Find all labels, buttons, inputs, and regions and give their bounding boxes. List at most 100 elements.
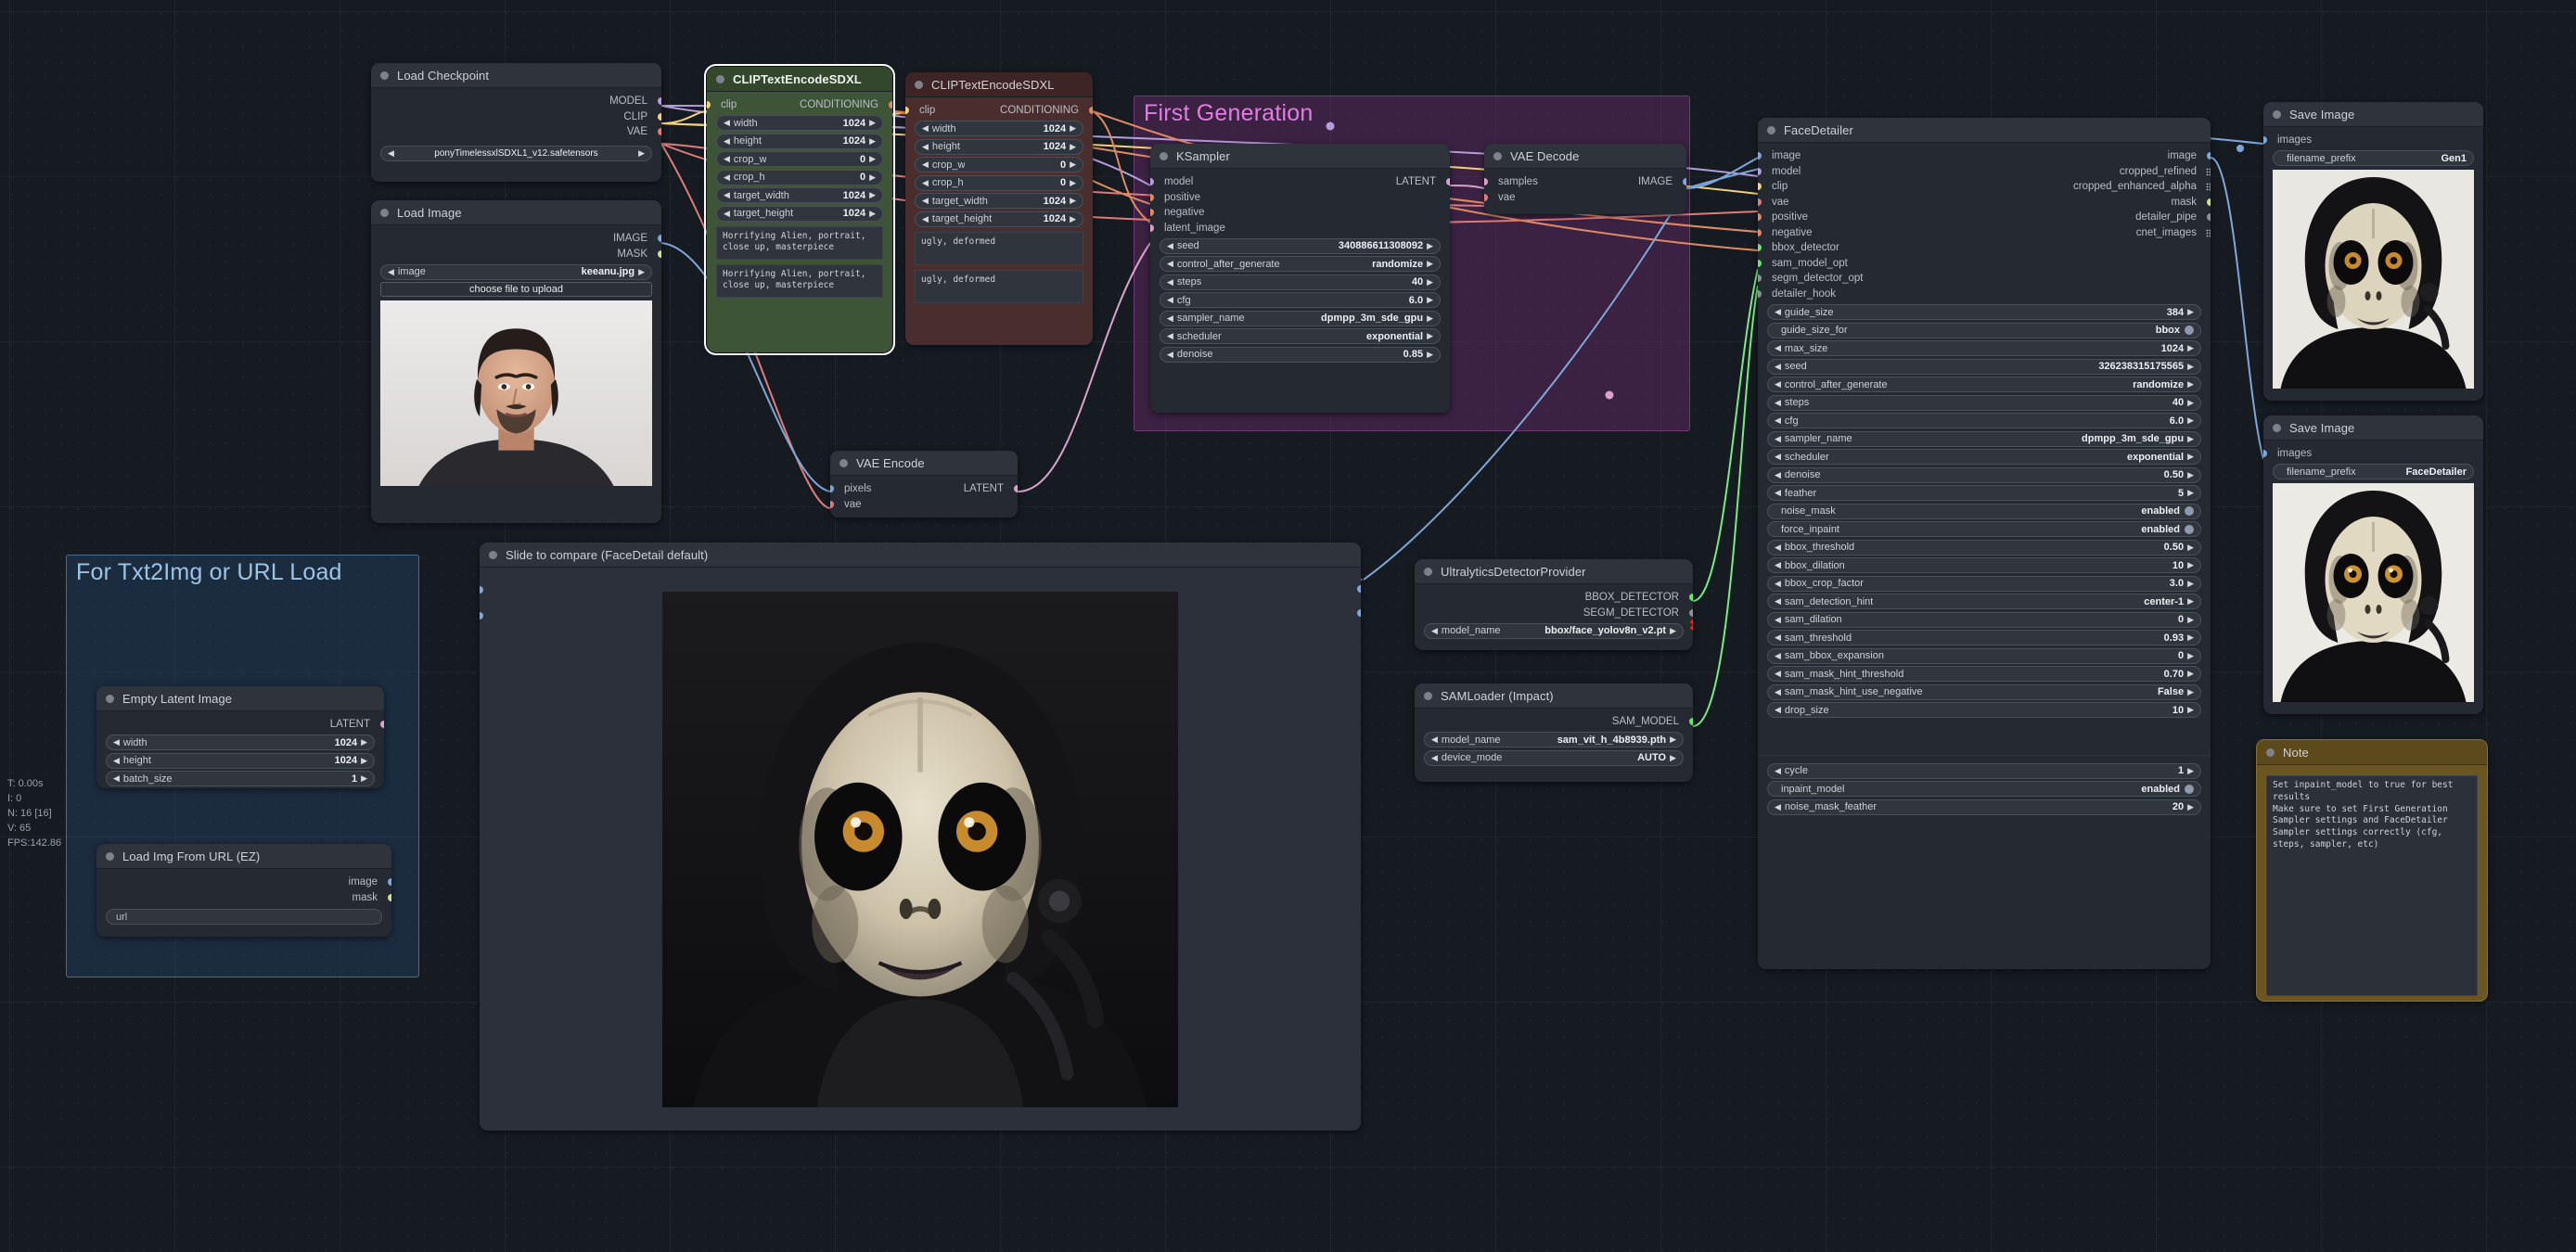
widget-sampler-name[interactable]: ◀sampler_namedpmpp_3m_sde_gpu▶ — [1767, 431, 2201, 447]
arrow-right-icon[interactable]: ▶ — [2187, 380, 2194, 389]
node-load-img-from-url[interactable]: Load Img From URL (EZ) image mask url — [96, 844, 391, 937]
arrow-right-icon[interactable]: ▶ — [2187, 706, 2194, 714]
arrow-left-icon[interactable]: ◀ — [1775, 363, 1781, 371]
socket-vae-icon[interactable] — [658, 128, 661, 135]
widget-width[interactable]: ◀ width 1024 ▶ — [716, 115, 883, 131]
arrow-left-icon[interactable]: ◀ — [1431, 754, 1438, 762]
collapse-dot-icon[interactable] — [489, 551, 497, 559]
output-slot-clip[interactable]: CLIP — [371, 109, 661, 125]
node-title-bar[interactable]: Empty Latent Image — [96, 686, 384, 711]
arrow-left-icon[interactable]: ◀ — [1775, 380, 1781, 389]
widget-noise-mask[interactable]: noise_maskenabled — [1767, 504, 2201, 519]
toggle-knob-icon[interactable] — [2185, 326, 2194, 335]
socket-bbox-detector-icon[interactable] — [1758, 244, 1762, 251]
socket-bbox-detector-icon[interactable] — [1689, 594, 1693, 601]
arrow-right-icon[interactable]: ▶ — [1427, 242, 1433, 250]
widget-denoise[interactable]: ◀denoise0.50▶ — [1767, 467, 2201, 483]
widget-scheduler[interactable]: ◀schedulerexponential▶ — [1767, 449, 2201, 465]
socket-segm-detector-icon[interactable] — [1689, 609, 1693, 617]
arrow-left-icon[interactable]: ◀ — [1775, 803, 1781, 811]
arrow-left-icon[interactable]: ◀ — [1775, 688, 1781, 696]
collapse-dot-icon[interactable] — [1424, 568, 1432, 576]
node-clip-text-encode-sdxl-negative[interactable]: CLIPTextEncodeSDXL clip CONDITIONING ◀ w… — [905, 72, 1093, 345]
collapse-dot-icon[interactable] — [2266, 748, 2275, 757]
arrow-left-icon[interactable]: ◀ — [1167, 351, 1173, 359]
node-load-checkpoint[interactable]: Load Checkpoint MODEL CLIP VAE ◀ ponyTim… — [371, 63, 661, 182]
output-slot-vae[interactable]: VAE — [371, 124, 661, 140]
node-ultralytics-detector-provider[interactable]: UltralyticsDetectorProvider BBOX_DETECTO… — [1415, 559, 1693, 650]
widget-target-width[interactable]: ◀ target_width 1024 ▶ — [716, 187, 883, 203]
widget-cfg[interactable]: ◀cfg6.0▶ — [1767, 413, 2201, 428]
socket-mask-icon[interactable] — [388, 894, 391, 901]
node-save-image-facedetailer[interactable]: Save Image images filename_prefix FaceDe… — [2263, 415, 2483, 714]
arrow-left-icon[interactable]: ◀ — [724, 173, 730, 182]
arrow-left-icon[interactable]: ◀ — [922, 197, 929, 205]
arrow-left-icon[interactable]: ◀ — [113, 738, 120, 747]
arrow-left-icon[interactable]: ◀ — [113, 774, 120, 783]
node-title-bar[interactable]: VAE Decode — [1484, 144, 1686, 169]
arrow-right-icon[interactable]: ▶ — [1670, 754, 1676, 762]
arrow-left-icon[interactable]: ◀ — [1167, 278, 1173, 287]
socket-sam-model-icon[interactable] — [1689, 718, 1693, 725]
socket-vae-icon[interactable] — [1758, 198, 1762, 206]
socket-model-icon[interactable] — [1150, 178, 1154, 185]
arrow-left-icon[interactable]: ◀ — [1775, 543, 1781, 552]
compare-image-viewport[interactable] — [480, 568, 1361, 1131]
arrow-left-icon[interactable]: ◀ — [1775, 561, 1781, 569]
slot-image-image[interactable]: image image — [1758, 148, 2211, 164]
arrow-right-icon[interactable]: ▶ — [869, 173, 876, 182]
node-title-bar[interactable]: UltralyticsDetectorProvider — [1415, 559, 1693, 584]
socket-image-icon[interactable] — [1683, 178, 1686, 185]
slot-images[interactable]: images — [2263, 446, 2483, 462]
socket-image-icon[interactable] — [388, 878, 391, 886]
arrow-right-icon[interactable]: ▶ — [869, 210, 876, 218]
arrow-right-icon[interactable]: ▶ — [2187, 435, 2194, 443]
node-title-bar[interactable]: CLIPTextEncodeSDXL — [905, 72, 1093, 97]
slot-vae-mask[interactable]: vae mask — [1758, 195, 2211, 211]
widget-guide-size[interactable]: ◀guide_size384▶ — [1767, 304, 2201, 320]
arrow-right-icon[interactable]: ▶ — [2187, 767, 2194, 775]
socket-segm-detector-opt-icon[interactable] — [1758, 275, 1762, 282]
widget-target-height[interactable]: ◀ target_height 1024 ▶ — [915, 211, 1083, 227]
node-vae-decode[interactable]: VAE Decode samples IMAGE vae — [1484, 144, 1686, 214]
socket-samples-icon[interactable] — [1484, 178, 1488, 185]
arrow-left-icon[interactable]: ◀ — [1775, 652, 1781, 660]
socket-latent-icon[interactable] — [1446, 178, 1450, 185]
arrow-left-icon[interactable]: ◀ — [1431, 735, 1438, 744]
output-slot-latent[interactable]: LATENT — [96, 717, 384, 733]
clip-io-row[interactable]: clip CONDITIONING — [707, 97, 892, 113]
arrow-left-icon[interactable]: ◀ — [388, 268, 394, 276]
socket-vae-icon[interactable] — [830, 501, 834, 508]
socket-image-icon[interactable] — [658, 235, 661, 242]
arrow-left-icon[interactable]: ◀ — [1775, 489, 1781, 497]
node-load-image[interactable]: Load Image IMAGE MASK ◀ image keeanu.jpg… — [371, 200, 661, 523]
arrow-left-icon[interactable]: ◀ — [1775, 435, 1781, 443]
text-l-input[interactable]: Horrifying Alien, portrait, close up, ma… — [716, 264, 883, 298]
collapse-dot-icon[interactable] — [839, 459, 848, 467]
slot-bbox-detector[interactable]: bbox_detector — [1758, 240, 2211, 256]
node-title-bar[interactable]: Note — [2257, 740, 2487, 765]
node-vae-encode[interactable]: VAE Encode pixels LATENT vae — [830, 451, 1018, 517]
widget-control-after-generate[interactable]: ◀ control_after_generate randomize ▶ — [1160, 256, 1441, 272]
arrow-left-icon[interactable]: ◀ — [724, 191, 730, 199]
arrow-left-icon[interactable]: ◀ — [1167, 260, 1173, 268]
socket-images-icon[interactable] — [2263, 136, 2267, 144]
arrow-left-icon[interactable]: ◀ — [1775, 308, 1781, 316]
widget-height[interactable]: ◀ height 1024 ▶ — [716, 134, 883, 149]
widget-model-name[interactable]: ◀ model_name bbox/face_yolov8n_v2.pt ▶ — [1424, 623, 1684, 639]
arrow-left-icon[interactable]: ◀ — [1775, 416, 1781, 425]
arrow-right-icon[interactable]: ▶ — [2187, 688, 2194, 696]
node-empty-latent-image[interactable]: Empty Latent Image LATENT ◀ width 1024 ▶… — [96, 686, 384, 788]
socket-model-icon[interactable] — [1758, 168, 1762, 175]
slot-negative-cnet-images[interactable]: negative cnet_images — [1758, 225, 2211, 241]
arrow-right-icon[interactable]: ▶ — [2187, 670, 2194, 678]
arrow-right-icon[interactable]: ▶ — [2187, 597, 2194, 606]
widget-cycle[interactable]: ◀cycle1▶ — [1767, 763, 2201, 779]
slot-negative[interactable]: negative — [1150, 205, 1450, 221]
node-title-bar[interactable]: Save Image — [2263, 415, 2483, 441]
widget-model-name[interactable]: ◀ model_name sam_vit_h_4b8939.pth ▶ — [1424, 732, 1684, 747]
arrow-right-icon[interactable]: ▶ — [2187, 616, 2194, 624]
widget-bbox-threshold[interactable]: ◀bbox_threshold0.50▶ — [1767, 540, 2201, 556]
arrow-right-icon[interactable]: ▶ — [1070, 215, 1076, 224]
arrow-left-icon[interactable]: ◀ — [1167, 314, 1173, 323]
